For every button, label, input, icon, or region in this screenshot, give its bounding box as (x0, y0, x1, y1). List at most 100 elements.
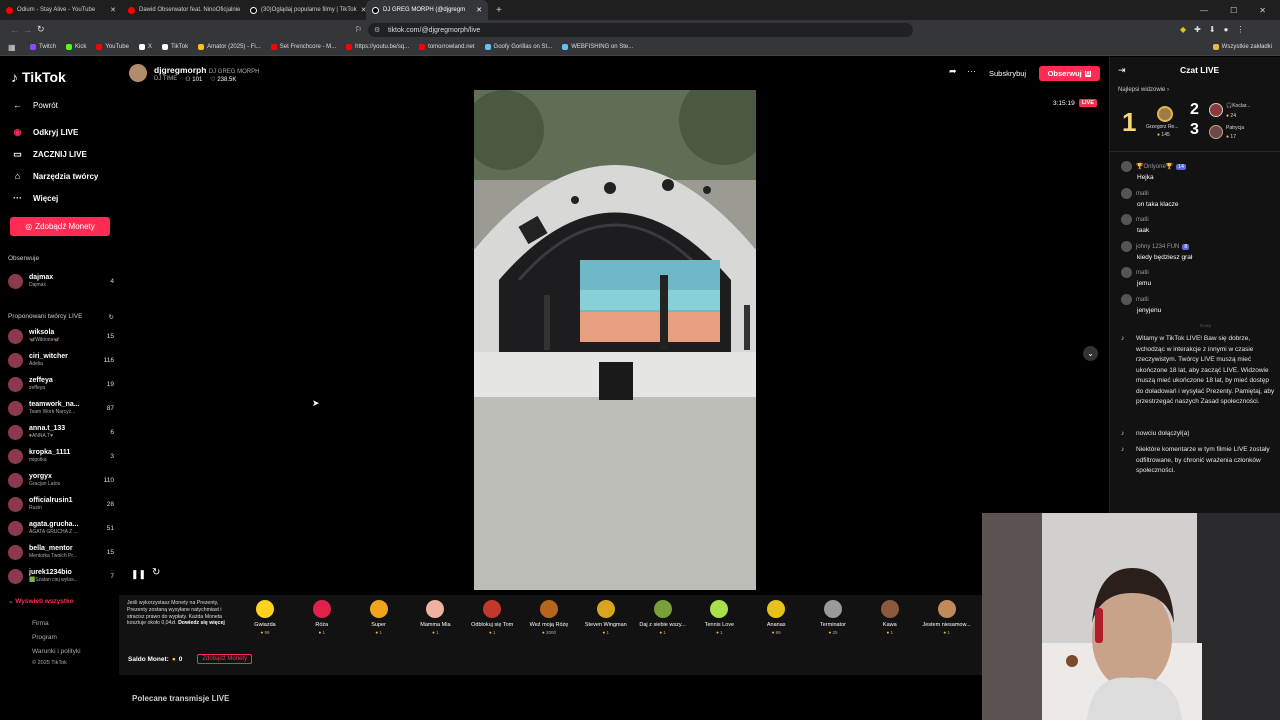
bookmark-item[interactable]: Goofy Gorillas on St... (484, 44, 552, 50)
close-icon[interactable]: ✕ (476, 6, 482, 14)
chat-username[interactable]: johny 1234 FUN (1136, 244, 1179, 250)
gift-item[interactable]: Mamma Mia ● 1 (410, 600, 460, 635)
live-video[interactable] (474, 90, 756, 590)
bookmark-item[interactable]: Amator (2025) - Fi... (198, 44, 261, 50)
show-all-link[interactable]: ⌄ Wyświetl wszystko (8, 597, 74, 605)
back-arrow-icon[interactable]: ← (10, 25, 19, 35)
gift-icon (312, 600, 331, 618)
gift-item[interactable]: Róża ● 1 (297, 600, 347, 635)
get-coins-button-small[interactable]: Zdobądź Monety (197, 654, 253, 664)
suggested-creator[interactable]: zeffeya zeffeya 19 (8, 373, 114, 395)
suggested-creator[interactable]: anna.t_133 ♥ANNA.T♥ 6 (8, 421, 114, 443)
avatar[interactable] (1209, 125, 1223, 139)
bookmark-icon[interactable]: ⚐ (355, 25, 362, 34)
gift-item[interactable]: Steven Wingman ● 1 (581, 600, 631, 635)
pause-icon[interactable]: ❚❚ (131, 569, 146, 580)
suggested-creator[interactable]: wiksola 🦋Wiktoria🦋 15 (8, 325, 114, 347)
chevron-down-icon[interactable]: ⌄ (1083, 346, 1098, 361)
gift-item[interactable]: Tennis Love ● 1 (694, 600, 744, 635)
subscribe-button[interactable]: Subskrybuj (989, 69, 1026, 78)
bookmark-item[interactable]: tomorrowland.net (419, 44, 475, 50)
footer-link[interactable]: Program (32, 634, 57, 641)
extension-icon[interactable]: ◆ (1180, 25, 1186, 34)
following-creator[interactable]: dajmax Dajmax 4 (8, 270, 114, 292)
footer-link[interactable]: Warunki i polityki (32, 648, 81, 655)
chat-username[interactable]: matii (1136, 217, 1149, 223)
browser-tab[interactable]: (30)Oglądaj popularne filmy | TikTok ✕ (244, 0, 366, 20)
bookmark-item[interactable]: TikTok (161, 44, 188, 50)
nav-more[interactable]: ··· Więcej (12, 193, 58, 203)
bookmark-item[interactable]: Set Frenchcore - M... (270, 44, 336, 50)
download-icon[interactable]: ⬇ (1209, 25, 1216, 34)
chat-username[interactable]: matii (1136, 191, 1149, 197)
avatar[interactable] (1121, 293, 1132, 305)
gift-item[interactable]: Jestem niesamow... ● 1 (922, 600, 972, 635)
nav-creator-tools[interactable]: ⌂ Narzędzia twórcy (12, 171, 99, 181)
avatar[interactable] (1121, 187, 1132, 199)
maximize-icon[interactable]: ☐ (1230, 6, 1237, 15)
reload-icon[interactable]: ↻ (37, 24, 45, 35)
host-avatar[interactable] (129, 64, 147, 82)
get-coins-button[interactable]: ◎ Zdobądź Monety (10, 217, 110, 236)
host-name[interactable]: djgregmorph DJ GREG MORPH (154, 65, 259, 75)
suggested-creator[interactable]: teamwork_na... Team Work Narcyz... 87 (8, 397, 114, 419)
gift-item[interactable]: Daj z siebie wszy... ● 1 (638, 600, 688, 635)
refresh-icon[interactable]: ↻ (109, 313, 114, 321)
puzzle-icon[interactable]: ✚ (1194, 25, 1201, 34)
avatar[interactable] (1121, 214, 1132, 225)
gift-item[interactable]: Ananas ● 99 (751, 600, 801, 635)
suggested-creator[interactable]: bella_mentor Mentorka Twoich Pr... 15 (8, 541, 114, 563)
gift-item[interactable]: Gwiazda ● 99 (240, 600, 290, 635)
suggested-creator[interactable]: ciri_witcher Adelia 116 (8, 349, 114, 371)
gift-item[interactable]: Odblokuj się Tom ● 1 (467, 600, 517, 635)
share-icon[interactable]: ➦ (949, 66, 957, 77)
close-window-icon[interactable]: ✕ (1259, 6, 1266, 15)
avatar[interactable] (1121, 267, 1132, 278)
collapse-chat-icon[interactable]: ⇥ (1118, 65, 1126, 76)
bookmark-item[interactable]: Twitch (30, 44, 56, 50)
gift-item[interactable]: Terminator ● 25 (808, 600, 858, 635)
suggested-creator[interactable]: officialrusin1 Rusin 28 (8, 493, 114, 515)
refresh-icon[interactable]: ↻ (152, 567, 160, 578)
chat-username[interactable]: matii (1136, 270, 1149, 276)
follow-button[interactable]: Obserwuj G (1039, 66, 1100, 81)
forward-arrow-icon[interactable]: → (23, 25, 32, 35)
apps-icon[interactable]: ▦ (8, 43, 16, 52)
footer-link[interactable]: Firma (32, 620, 49, 627)
more-options-icon[interactable]: ··· (967, 66, 976, 76)
chat-username[interactable]: matii (1136, 297, 1149, 303)
back-button[interactable]: ← Powrót (12, 100, 58, 110)
avatar[interactable] (1157, 106, 1173, 122)
suggested-creator[interactable]: agata.grucha... AGATA GRUCHA Z ... 51 (8, 517, 114, 539)
all-bookmarks-folder[interactable]: Wszystkie zakładki (1212, 44, 1280, 50)
menu-icon[interactable]: ⋮ (1236, 25, 1244, 34)
profile-icon[interactable]: ● (1224, 25, 1229, 34)
bookmark-item[interactable]: WEBFISHING on Ste... (562, 44, 633, 50)
minimize-icon[interactable]: — (1200, 6, 1208, 15)
avatar[interactable] (1121, 161, 1132, 172)
nav-discover-live[interactable]: ◉ Odkryj LIVE (12, 127, 79, 138)
new-tab-button[interactable]: + (488, 5, 502, 16)
gift-item[interactable]: Weź moją Różę ● 2000 (524, 600, 574, 635)
gift-item[interactable]: Kawa ● 1 (865, 600, 915, 635)
bookmark-item[interactable]: Kick (66, 44, 86, 50)
browser-tab[interactable]: Odium - Stay Alive - YouTube ✕ (0, 0, 122, 20)
bookmark-item[interactable]: YouTube (96, 44, 129, 50)
site-info-icon[interactable]: ⚙ (374, 26, 380, 34)
avatar[interactable] (1209, 103, 1223, 117)
tiktok-logo[interactable]: ♪ TikTok (11, 69, 66, 85)
avatar[interactable] (1121, 240, 1132, 252)
suggested-creator[interactable]: kropka_1111 migotka 3 (8, 445, 114, 467)
learn-more-link[interactable]: Dowiedz się więcej (178, 620, 225, 626)
browser-tab[interactable]: Dawid Obserwator feat. NinoOficjalnie✕ (122, 0, 244, 20)
suggested-creator[interactable]: jurek1234bio 🟩Szatan ciej wylas... 7 (8, 565, 114, 587)
chat-username[interactable]: 🏆Onlyone🏆 (1136, 164, 1173, 170)
suggested-creator[interactable]: yorgyx Gracjan Latos 110 (8, 469, 114, 491)
bookmark-item[interactable]: https://youtu.be/sq... (346, 44, 409, 50)
nav-start-live[interactable]: ▭ ZACZNIJ LIVE (12, 149, 87, 160)
close-icon[interactable]: ✕ (110, 6, 116, 14)
browser-tab-active[interactable]: DJ GREG MORPH (@djgregm ✕ (366, 0, 488, 20)
gift-item[interactable]: Super ● 1 (354, 600, 404, 635)
url-input[interactable]: ⚙ tiktok.com/@djgregmorph/live (368, 23, 913, 37)
bookmark-item[interactable]: X (138, 44, 152, 50)
